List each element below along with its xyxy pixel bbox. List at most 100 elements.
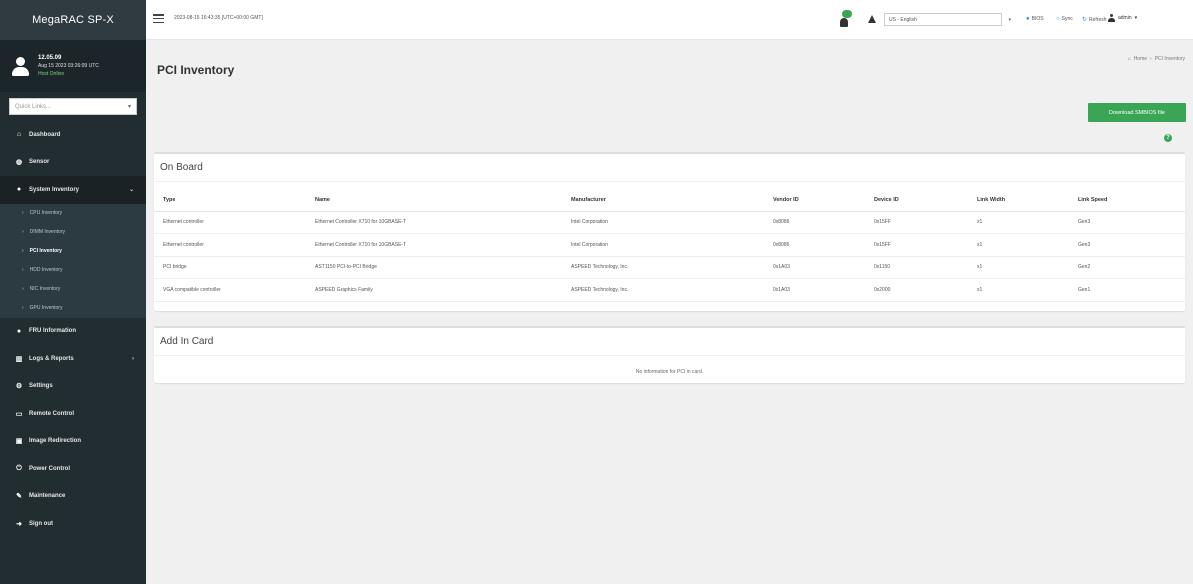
inventory-icon: ● bbox=[16, 186, 22, 194]
column-header-type[interactable]: Type bbox=[154, 190, 306, 212]
sidebar-item-hdd-inventory[interactable]: › HDD Inventory bbox=[0, 261, 146, 280]
chevron-down-icon: ⌄ bbox=[128, 187, 134, 194]
cell-link-width: x1 bbox=[968, 278, 1069, 302]
user-menu-label: admin bbox=[1118, 15, 1132, 21]
cell-type: Ethernet controller bbox=[154, 211, 306, 234]
help-icon[interactable]: ? bbox=[1164, 134, 1172, 142]
sidebar-subitem-label: DIMM Inventory bbox=[29, 229, 65, 235]
language-select[interactable]: US - English ▾ bbox=[884, 13, 1011, 26]
sidebar-item-pci-inventory[interactable]: › PCI Inventory bbox=[0, 242, 146, 261]
cell-vendor-id: 0x8086 bbox=[764, 233, 865, 257]
sidebar-item-system-inventory[interactable]: ● System Inventory ⌄ bbox=[0, 176, 146, 204]
refresh-icon: ↻ bbox=[1082, 17, 1088, 23]
sidebar-item-fru-information[interactable]: ● FRU Information bbox=[0, 318, 146, 346]
chevron-down-icon: ▾ bbox=[1008, 16, 1011, 23]
sidebar: MegaRAC SP-X 12.05.09 Aug 15 2023 03:26:… bbox=[0, 0, 146, 584]
bios-button[interactable]: ● BIOS bbox=[1026, 16, 1044, 22]
chevron-right-icon: › bbox=[22, 305, 24, 311]
on-board-title: On Board bbox=[154, 154, 1185, 182]
bmc-datetime: 2023-08-15 16:43:35 [UTC+00:00 GMT] bbox=[174, 15, 263, 21]
sidebar-item-dashboard[interactable]: ⌂ Dashboard bbox=[0, 121, 146, 149]
sidebar-item-nic-inventory[interactable]: › NIC Inventory bbox=[0, 280, 146, 299]
sidebar-item-label: Remote Control bbox=[29, 410, 74, 417]
table-row: Ethernet controller Ethernet Controller … bbox=[154, 233, 1185, 257]
sync-button[interactable]: ○ Sync bbox=[1056, 16, 1073, 22]
sidebar-subitem-label: HDD Inventory bbox=[29, 267, 63, 273]
cell-manufacturer: Intel Corporation bbox=[562, 233, 764, 257]
sidebar-item-label: Sign out bbox=[29, 520, 53, 527]
cell-vendor-id: 0x1A03 bbox=[764, 278, 865, 302]
quick-links-select[interactable]: Quick Links... ▾ bbox=[9, 98, 137, 115]
cell-device-id: 0x2000 bbox=[865, 278, 968, 302]
refresh-label: Refresh bbox=[1089, 16, 1107, 23]
add-in-card-empty-message: No information for PCI in card. bbox=[635, 369, 704, 375]
signout-icon: ➜ bbox=[16, 520, 22, 528]
wrench-icon: ✎ bbox=[16, 493, 22, 501]
breadcrumb-home[interactable]: Home bbox=[1134, 56, 1147, 62]
column-header-manufacturer[interactable]: Manufacturer bbox=[562, 190, 764, 212]
chart-icon: ▥ bbox=[15, 355, 23, 363]
table-row: VGA compatible controller ASPEED Graphic… bbox=[154, 278, 1185, 302]
warning-icon[interactable] bbox=[868, 15, 876, 23]
column-header-link-width[interactable]: Link Width bbox=[968, 190, 1069, 212]
sidebar-item-logs-reports[interactable]: ▥ Logs & Reports › bbox=[0, 345, 146, 373]
cell-link-speed: Gen2 bbox=[1069, 256, 1185, 279]
sidebar-item-label: FRU Information bbox=[29, 328, 76, 335]
sync-icon: ○ bbox=[1056, 16, 1060, 22]
sidebar-item-settings[interactable]: ⚙ Settings bbox=[0, 373, 146, 401]
cell-name: AST1150 PCI-to-PCI Bridge bbox=[306, 256, 562, 279]
user-menu[interactable]: admin ▾ bbox=[1108, 14, 1137, 22]
image-icon: ▣ bbox=[15, 438, 23, 446]
breadcrumb-separator: › bbox=[1150, 56, 1152, 62]
sidebar-item-label: Logs & Reports bbox=[29, 355, 74, 362]
column-header-device-id[interactable]: Device ID bbox=[865, 190, 968, 212]
sidebar-subitem-label: PCI Inventory bbox=[29, 248, 62, 254]
bios-icon: ● bbox=[1026, 16, 1030, 22]
sidebar-item-image-redirection[interactable]: ▣ Image Redirection bbox=[0, 428, 146, 456]
user-info: 12.05.09 Aug 15 2023 03:26:09 UTC Host O… bbox=[38, 55, 99, 77]
menu-toggle-icon[interactable] bbox=[153, 14, 164, 23]
chevron-right-icon: › bbox=[132, 355, 134, 362]
brand-logo[interactable]: MegaRAC SP-X bbox=[0, 0, 146, 40]
sidebar-subitem-label: GPU Inventory bbox=[29, 305, 63, 311]
on-board-table: Type Name Manufacturer Vendor ID Device … bbox=[154, 190, 1185, 302]
sidebar-item-dimm-inventory[interactable]: › DIMM Inventory bbox=[0, 223, 146, 242]
cell-type: Ethernet controller bbox=[154, 233, 306, 257]
cell-link-width: x1 bbox=[968, 211, 1069, 234]
breadcrumb: ⌂ Home › PCI Inventory bbox=[1128, 56, 1185, 62]
sidebar-item-gpu-inventory[interactable]: › GPU Inventory bbox=[0, 299, 146, 318]
chevron-right-icon: › bbox=[22, 210, 24, 216]
bios-label: BIOS bbox=[1031, 16, 1044, 22]
page-title: PCI Inventory bbox=[157, 63, 235, 77]
user-avatar-icon bbox=[10, 56, 30, 76]
cell-link-width: x1 bbox=[968, 233, 1069, 257]
cell-device-id: 0x15FF bbox=[865, 211, 968, 234]
column-header-link-speed[interactable]: Link Speed bbox=[1069, 190, 1185, 212]
chevron-right-icon: › bbox=[22, 248, 24, 254]
sidebar-item-label: Power Control bbox=[29, 465, 71, 472]
gear-icon: ⚙ bbox=[15, 383, 23, 391]
user-name: 12.05.09 bbox=[38, 55, 62, 61]
sidebar-subitem-label: NIC Inventory bbox=[29, 286, 61, 292]
notification-icon[interactable] bbox=[840, 10, 852, 28]
table-row: PCI bridge AST1150 PCI-to-PCI Bridge ASP… bbox=[154, 256, 1185, 279]
sidebar-item-sensor[interactable]: ◍ Sensor bbox=[0, 149, 146, 177]
sidebar-item-power-control[interactable]: ⏻ Power Control bbox=[0, 455, 146, 483]
sidebar-item-cpu-inventory[interactable]: › CPU Inventory bbox=[0, 204, 146, 223]
sidebar-item-label: Sensor bbox=[29, 159, 50, 166]
cell-name: Ethernet Controller X710 for 10GBASE-T bbox=[306, 211, 562, 234]
breadcrumb-current: PCI Inventory bbox=[1154, 56, 1185, 62]
column-header-vendor-id[interactable]: Vendor ID bbox=[764, 190, 865, 212]
add-in-card-title: Add In Card bbox=[154, 328, 1185, 356]
column-header-name[interactable]: Name bbox=[306, 190, 562, 212]
chevron-right-icon: › bbox=[22, 286, 24, 292]
user-icon bbox=[1108, 14, 1115, 22]
table-row: Ethernet controller Ethernet Controller … bbox=[154, 211, 1185, 234]
sidebar-item-remote-control[interactable]: ▭ Remote Control bbox=[0, 400, 146, 428]
download-smbios-button[interactable]: Download SMBIOS file bbox=[1088, 103, 1186, 122]
sidebar-item-sign-out[interactable]: ➜ Sign out bbox=[0, 510, 146, 538]
chevron-right-icon: › bbox=[22, 229, 24, 235]
sidebar-item-maintenance[interactable]: ✎ Maintenance bbox=[0, 483, 146, 511]
refresh-button[interactable]: ↻ Refresh bbox=[1082, 16, 1107, 24]
host-status: Host Online bbox=[38, 71, 65, 77]
